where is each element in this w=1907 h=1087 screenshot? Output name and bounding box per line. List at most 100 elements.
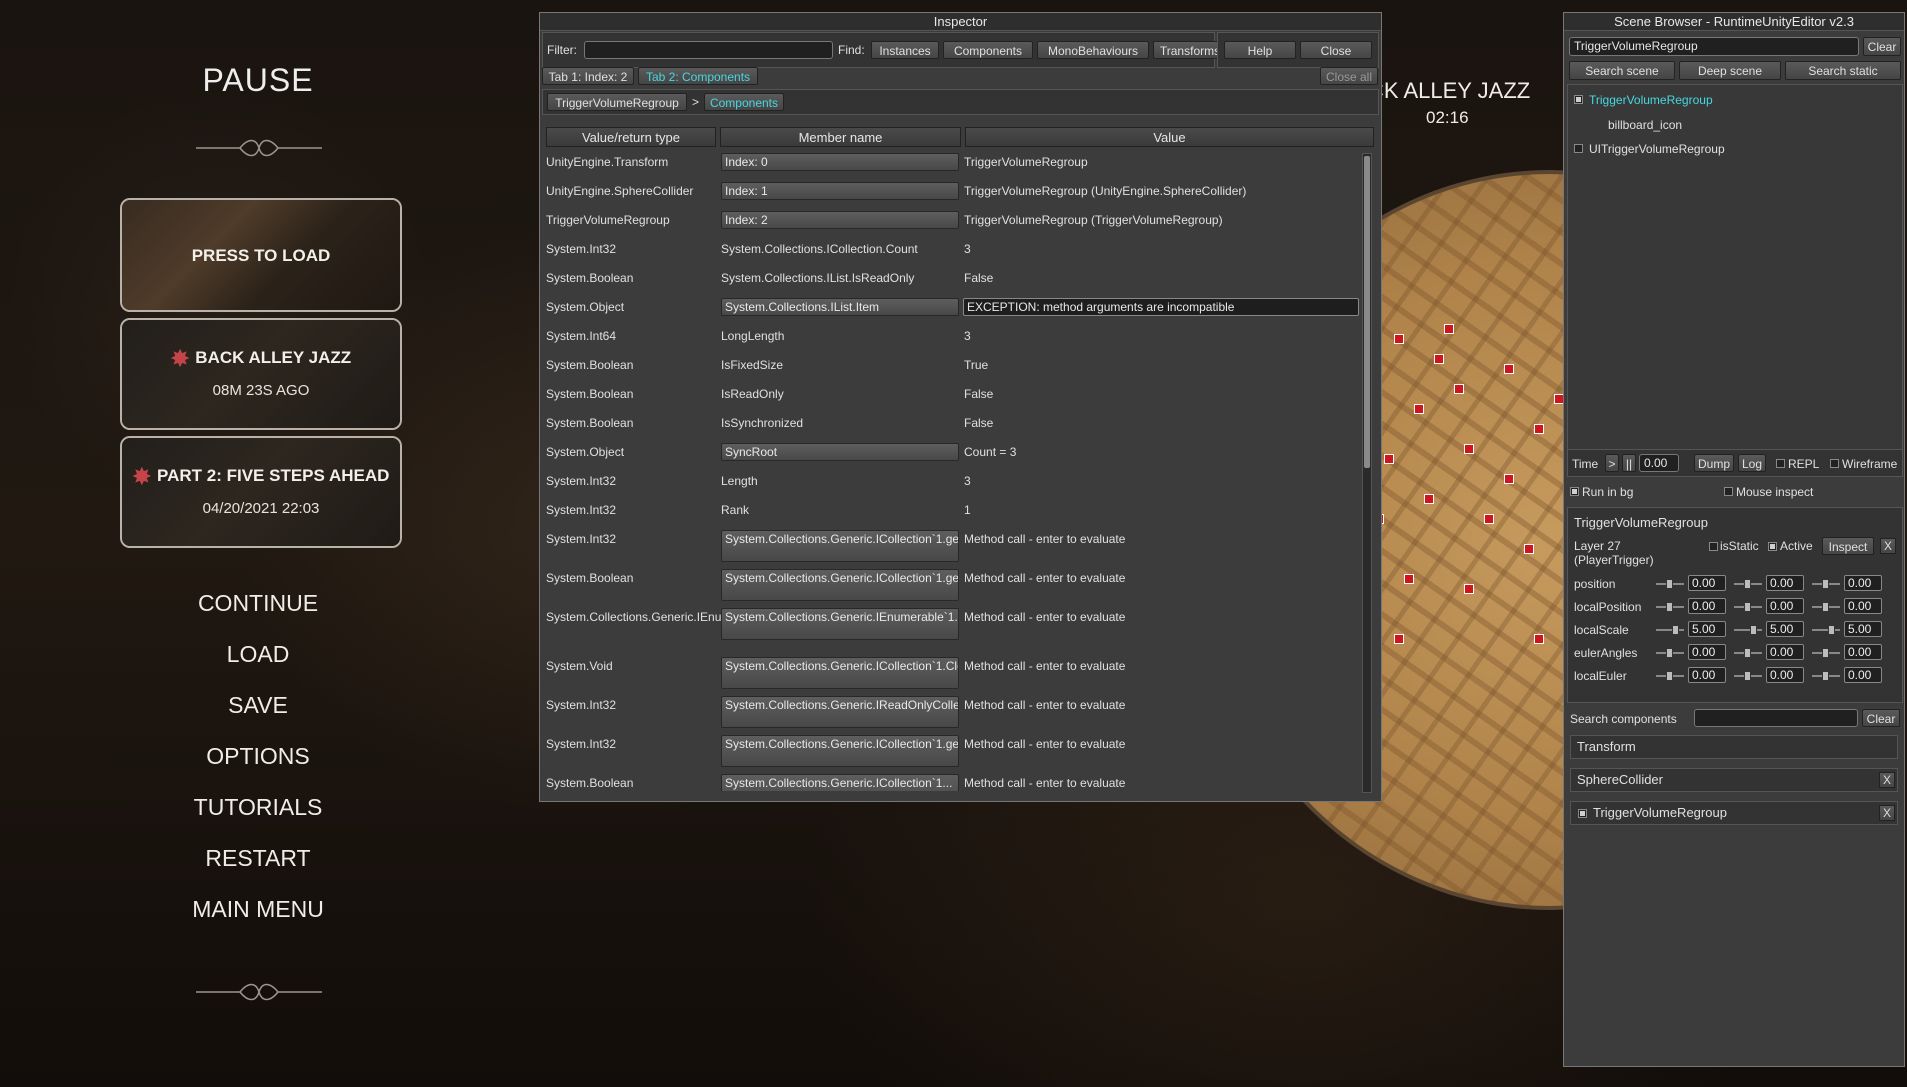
remove-component-button[interactable]: X (1879, 772, 1895, 788)
breadcrumb-components[interactable]: Components (704, 93, 784, 111)
save-card-part-2[interactable]: ✸ PART 2: FIVE STEPS AHEAD 04/20/2021 22:… (120, 436, 402, 548)
scene-search-input[interactable]: TriggerVolumeRegroup (1569, 37, 1859, 56)
slider-handle[interactable] (1744, 671, 1751, 681)
slider-handle[interactable] (1822, 602, 1829, 612)
transform-value-input[interactable]: 0.00 (1844, 598, 1882, 614)
menu-save[interactable]: SAVE (0, 692, 516, 719)
slider-handle[interactable] (1666, 671, 1673, 681)
inspector-scrollbar[interactable] (1362, 153, 1372, 793)
find-monobehaviours-button[interactable]: MonoBehaviours (1037, 41, 1149, 59)
member-name[interactable]: SyncRoot (721, 443, 959, 461)
transform-slider[interactable] (1656, 648, 1684, 658)
transform-value-input[interactable]: 0.00 (1688, 667, 1726, 683)
load-card-press[interactable]: PRESS TO LOAD (120, 198, 402, 312)
member-value[interactable]: Method call - enter to evaluate (964, 698, 1354, 712)
tree-item-uitriggervolumeregroup[interactable]: UITriggerVolumeRegroup (1589, 142, 1725, 156)
wireframe-checkbox[interactable] (1830, 459, 1839, 468)
slider-handle[interactable] (1744, 579, 1751, 589)
slider-handle[interactable] (1828, 625, 1835, 635)
transform-value-input[interactable]: 0.00 (1766, 575, 1804, 591)
tab-index-2[interactable]: Tab 1: Index: 2 (542, 67, 634, 85)
component-spherecollider[interactable]: SphereCollider X (1570, 768, 1898, 792)
scrollbar-thumb[interactable] (1364, 156, 1370, 468)
member-value[interactable]: Method call - enter to evaluate (964, 571, 1354, 585)
transform-value-input[interactable]: 0.00 (1688, 644, 1726, 660)
transform-slider[interactable] (1656, 671, 1684, 681)
tree-item-checkbox[interactable] (1574, 144, 1583, 153)
member-value[interactable]: Method call - enter to evaluate (964, 532, 1354, 546)
close-button[interactable]: Close (1300, 41, 1372, 59)
dump-button[interactable]: Dump (1694, 454, 1734, 472)
tab-components[interactable]: Tab 2: Components (638, 67, 758, 85)
member-name[interactable]: Index: 1 (721, 182, 959, 200)
is-static-checkbox[interactable] (1709, 542, 1718, 551)
transform-value-input[interactable]: 0.00 (1766, 598, 1804, 614)
transform-value-input[interactable]: 5.00 (1844, 621, 1882, 637)
transform-value-input[interactable]: 5.00 (1766, 621, 1804, 637)
slider-handle[interactable] (1744, 648, 1751, 658)
component-transform[interactable]: Transform (1570, 735, 1898, 759)
find-transforms-button[interactable]: Transforms (1153, 41, 1227, 59)
transform-slider[interactable] (1734, 602, 1762, 612)
tree-item-checkbox[interactable] (1574, 95, 1583, 104)
transform-value-input[interactable]: 0.00 (1766, 644, 1804, 660)
inspect-button[interactable]: Inspect (1822, 537, 1874, 555)
mouse-inspect-checkbox[interactable] (1724, 487, 1733, 496)
find-instances-button[interactable]: Instances (871, 41, 939, 59)
save-card-back-alley-jazz[interactable]: ✸ BACK ALLEY JAZZ 08M 23S AGO (120, 318, 402, 430)
member-name[interactable]: System.Collections.Generic.ICollection`1… (721, 774, 959, 791)
transform-slider[interactable] (1656, 579, 1684, 589)
member-name[interactable]: Index: 2 (721, 211, 959, 229)
slider-handle[interactable] (1822, 648, 1829, 658)
member-name[interactable]: Index: 0 (721, 153, 959, 171)
play-button[interactable]: > (1605, 454, 1619, 472)
scene-search-clear-button[interactable]: Clear (1863, 37, 1901, 56)
time-scale-input[interactable]: 0.00 (1639, 454, 1679, 472)
member-name[interactable]: System.Collections.Generic.ICollection`1… (721, 569, 959, 601)
slider-handle[interactable] (1666, 602, 1673, 612)
member-name[interactable]: System.Collections.Generic.IEnumerable`1… (721, 608, 959, 640)
component-triggervolumeregroup[interactable]: TriggerVolumeRegroup X (1570, 801, 1898, 825)
menu-restart[interactable]: RESTART (0, 845, 516, 872)
help-button[interactable]: Help (1224, 41, 1296, 59)
find-components-button[interactable]: Components (943, 41, 1033, 59)
transform-value-input[interactable]: 5.00 (1688, 621, 1726, 637)
transform-slider[interactable] (1734, 625, 1762, 635)
member-value[interactable]: Method call - enter to evaluate (964, 776, 1354, 790)
transform-slider[interactable] (1734, 648, 1762, 658)
transform-value-input[interactable]: 0.00 (1766, 667, 1804, 683)
menu-options[interactable]: OPTIONS (0, 743, 516, 770)
transform-value-input[interactable]: 0.00 (1688, 575, 1726, 591)
slider-handle[interactable] (1672, 625, 1679, 635)
slider-handle[interactable] (1744, 602, 1751, 612)
transform-slider[interactable] (1734, 579, 1762, 589)
transform-slider[interactable] (1812, 671, 1840, 681)
close-object-button[interactable]: X (1880, 538, 1896, 554)
search-static-button[interactable]: Search static (1785, 61, 1901, 80)
transform-slider[interactable] (1656, 625, 1684, 635)
filter-input[interactable] (584, 41, 833, 59)
slider-handle[interactable] (1822, 579, 1829, 589)
slider-handle[interactable] (1822, 671, 1829, 681)
active-checkbox[interactable] (1768, 542, 1777, 551)
component-enabled-checkbox[interactable] (1578, 809, 1587, 818)
menu-continue[interactable]: CONTINUE (0, 590, 516, 617)
slider-handle[interactable] (1666, 579, 1673, 589)
deep-scene-button[interactable]: Deep scene (1679, 61, 1781, 80)
member-value[interactable]: Method call - enter to evaluate (964, 610, 1354, 624)
transform-value-input[interactable]: 0.00 (1844, 644, 1882, 660)
transform-value-input[interactable]: 0.00 (1844, 575, 1882, 591)
remove-component-button[interactable]: X (1879, 805, 1895, 821)
run-in-bg-checkbox[interactable] (1570, 487, 1579, 496)
close-all-button[interactable]: Close all (1320, 67, 1378, 85)
transform-value-input[interactable]: 0.00 (1844, 667, 1882, 683)
log-button[interactable]: Log (1738, 454, 1766, 472)
search-components-clear-button[interactable]: Clear (1862, 709, 1900, 727)
search-scene-button[interactable]: Search scene (1569, 61, 1675, 80)
member-value[interactable]: Method call - enter to evaluate (964, 659, 1354, 673)
slider-handle[interactable] (1750, 625, 1757, 635)
menu-load[interactable]: LOAD (0, 641, 516, 668)
transform-slider[interactable] (1656, 602, 1684, 612)
member-name[interactable]: System.Collections.IList.Item (721, 298, 959, 316)
tree-item-billboard-icon[interactable]: billboard_icon (1608, 118, 1682, 132)
